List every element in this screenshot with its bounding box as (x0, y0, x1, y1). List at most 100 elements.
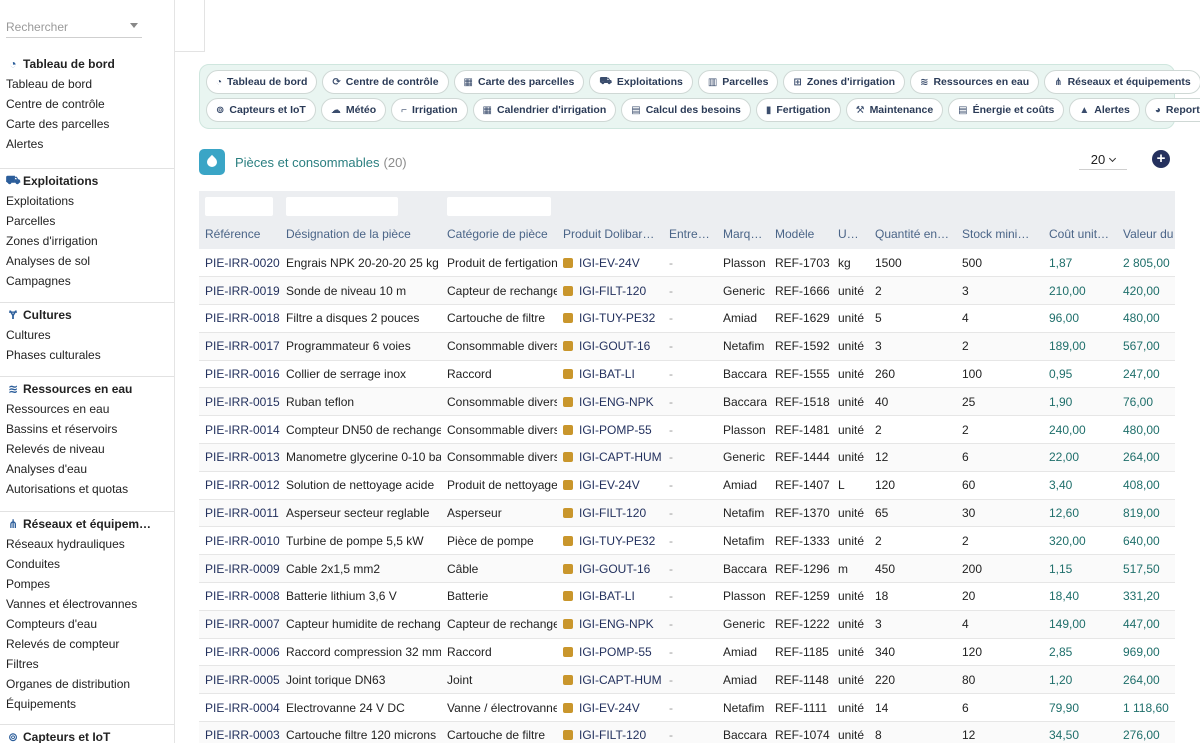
nav-button[interactable]: ⛟ Exploitations (589, 70, 693, 94)
nav-button[interactable]: ⚒ Maintenance (845, 98, 944, 122)
product-link[interactable]: IGI-ENG-NPK (579, 395, 654, 409)
cell-reference[interactable]: PIE-IRR-0009 (199, 554, 280, 584)
nav-button[interactable]: ⟳ Centre de contrôle (322, 70, 449, 94)
product-link[interactable]: IGI-FILT-120 (579, 284, 646, 298)
sidebar-group-header[interactable]: ⛟ Exploitations (0, 171, 174, 191)
nav-button[interactable]: ▤ Calcul des besoins (621, 98, 751, 122)
nav-button[interactable]: ≋ Ressources en eau (910, 70, 1040, 94)
cell-reference[interactable]: PIE-IRR-0018 (199, 304, 280, 333)
nav-button[interactable]: ⊞ Zones d'irrigation (783, 70, 906, 94)
product-link[interactable]: IGI-ENG-NPK (579, 617, 654, 631)
cell-reference[interactable]: PIE-IRR-0006 (199, 638, 280, 667)
product-link[interactable]: IGI-BAT-LI (579, 589, 635, 603)
sidebar-item[interactable]: Phases culturales (0, 345, 174, 365)
cell-product[interactable]: IGI-ENG-NPK (557, 387, 663, 417)
column-header[interactable]: Entrepôt (663, 219, 717, 249)
table-row[interactable]: PIE-IRR-0013 Manometre glycerine 0-10 bar… (199, 443, 1175, 472)
sidebar-item[interactable]: Organes de distribution (0, 674, 174, 694)
nav-button[interactable]: ▮ Fertigation (755, 98, 841, 122)
product-link[interactable]: IGI-POMP-55 (579, 645, 652, 659)
nav-button[interactable]: ▲ Alertes (1069, 98, 1140, 122)
cell-product[interactable]: IGI-POMP-55 (557, 415, 663, 445)
nav-button[interactable]: ⊚ Capteurs et IoT (206, 98, 316, 122)
cell-reference[interactable]: PIE-IRR-0012 (199, 471, 280, 500)
sidebar-item[interactable]: Équipements (0, 694, 174, 714)
add-record-button[interactable]: + (1152, 150, 1170, 168)
cell-reference[interactable]: PIE-IRR-0014 (199, 415, 280, 445)
column-header[interactable]: Catégorie de pièce (441, 219, 557, 249)
sidebar-item[interactable]: Relevés de compteur (0, 634, 174, 654)
column-header[interactable]: Unité (832, 219, 869, 249)
column-header[interactable]: Modèle (769, 219, 832, 249)
table-row[interactable]: PIE-IRR-0015 Ruban teflon Consommable dive… (199, 387, 1175, 417)
cell-product[interactable]: IGI-FILT-120 (557, 721, 663, 743)
nav-button[interactable]: ◔ Tableau de bord (206, 70, 318, 94)
sidebar-item[interactable]: Parcelles (0, 211, 174, 231)
table-row[interactable]: PIE-IRR-0008 Batterie lithium 3,6 V Batter… (199, 582, 1175, 611)
table-row[interactable]: PIE-IRR-0011 Asperseur secteur reglable As… (199, 499, 1175, 528)
product-link[interactable]: IGI-TUY-PE32 (579, 311, 655, 325)
column-header[interactable]: Valeur du s (1117, 219, 1175, 249)
table-row[interactable]: PIE-IRR-0016 Collier de serrage inox Racco… (199, 360, 1175, 389)
cell-reference[interactable]: PIE-IRR-0011 (199, 499, 280, 528)
cell-product[interactable]: IGI-BAT-LI (557, 360, 663, 389)
sidebar-item[interactable]: Conduites (0, 554, 174, 574)
nav-button[interactable]: ▦ Calendrier d'irrigation (472, 98, 617, 122)
cell-reference[interactable]: PIE-IRR-0020 (199, 249, 280, 278)
cell-product[interactable]: IGI-EV-24V (557, 249, 663, 278)
sidebar-item[interactable]: Zones d'irrigation (0, 231, 174, 251)
cell-reference[interactable]: PIE-IRR-0008 (199, 582, 280, 611)
product-link[interactable]: IGI-CAPT-HUM (579, 673, 662, 687)
nav-button[interactable]: ◕ Reporting (1144, 98, 1200, 122)
sidebar-item[interactable]: Relevés de niveau (0, 439, 174, 459)
table-row[interactable]: PIE-IRR-0005 Joint torique DN63 Joint IGI-C… (199, 665, 1175, 695)
table-row[interactable]: PIE-IRR-0018 Filtre a disques 2 pouces Car… (199, 304, 1175, 333)
cell-product[interactable]: IGI-EV-24V (557, 471, 663, 500)
sidebar-item[interactable]: Alertes (0, 134, 174, 154)
sidebar-item[interactable]: Filtres (0, 654, 174, 674)
cell-reference[interactable]: PIE-IRR-0003 (199, 721, 280, 743)
product-link[interactable]: IGI-POMP-55 (579, 423, 652, 437)
column-header[interactable]: Référence (199, 219, 280, 249)
product-link[interactable]: IGI-GOUT-16 (579, 562, 650, 576)
cell-product[interactable]: IGI-GOUT-16 (557, 554, 663, 584)
sidebar-group-header[interactable]: ⊚ Capteurs et IoT (0, 727, 174, 743)
cell-product[interactable]: IGI-TUY-PE32 (557, 304, 663, 333)
table-row[interactable]: PIE-IRR-0012 Solution de nettoyage acide P… (199, 471, 1175, 500)
sidebar-item[interactable]: Pompes (0, 574, 174, 594)
cell-product[interactable]: IGI-CAPT-HUM (557, 443, 663, 472)
sidebar-item[interactable]: Analyses d'eau (0, 459, 174, 479)
product-link[interactable]: IGI-TUY-PE32 (579, 534, 655, 548)
cell-reference[interactable]: PIE-IRR-0010 (199, 526, 280, 556)
table-row[interactable]: PIE-IRR-0020 Engrais NPK 20-20-20 25 kg Pr… (199, 249, 1175, 278)
table-row[interactable]: PIE-IRR-0014 Compteur DN50 de rechange Con… (199, 415, 1175, 445)
table-row[interactable]: PIE-IRR-0009 Cable 2x1,5 mm2 Câble IGI-GOUT… (199, 554, 1175, 584)
column-header[interactable]: Marque (717, 219, 769, 249)
product-link[interactable]: IGI-CAPT-HUM (579, 450, 662, 464)
nav-button[interactable]: ⋔ Réseaux et équipements (1044, 70, 1200, 94)
search-select[interactable]: Rechercher (6, 14, 142, 38)
sidebar-group-header[interactable]: ◔ Tableau de bord (0, 54, 174, 74)
cell-product[interactable]: IGI-BAT-LI (557, 582, 663, 611)
column-header[interactable]: Stock minim… (956, 219, 1043, 249)
sidebar-group-header[interactable]: Ɏ Cultures (0, 305, 174, 325)
cell-reference[interactable]: PIE-IRR-0017 (199, 332, 280, 361)
sidebar-item[interactable]: Bassins et réservoirs (0, 419, 174, 439)
filter-category-input[interactable] (447, 197, 551, 216)
nav-button[interactable]: ⌐ Irrigation (391, 98, 468, 122)
cell-product[interactable]: IGI-ENG-NPK (557, 610, 663, 639)
sidebar-item[interactable]: Analyses de sol (0, 251, 174, 271)
sidebar-item[interactable]: Réseaux hydrauliques (0, 534, 174, 554)
column-header[interactable]: Désignation de la pièce (280, 219, 441, 249)
cell-reference[interactable]: PIE-IRR-0016 (199, 360, 280, 389)
table-row[interactable]: PIE-IRR-0019 Sonde de niveau 10 m Capteur … (199, 276, 1175, 306)
cell-reference[interactable]: PIE-IRR-0019 (199, 276, 280, 306)
chevron-down-icon[interactable] (130, 23, 138, 28)
table-row[interactable]: PIE-IRR-0003 Cartouche filtre 120 microns… (199, 721, 1175, 743)
filter-designation-input[interactable] (286, 197, 398, 216)
cell-reference[interactable]: PIE-IRR-0013 (199, 443, 280, 472)
cell-product[interactable]: IGI-FILT-120 (557, 276, 663, 306)
nav-button[interactable]: ▤ Énergie et coûts (948, 98, 1065, 122)
cell-product[interactable]: IGI-POMP-55 (557, 638, 663, 667)
sidebar-item[interactable]: Centre de contrôle (0, 94, 174, 114)
